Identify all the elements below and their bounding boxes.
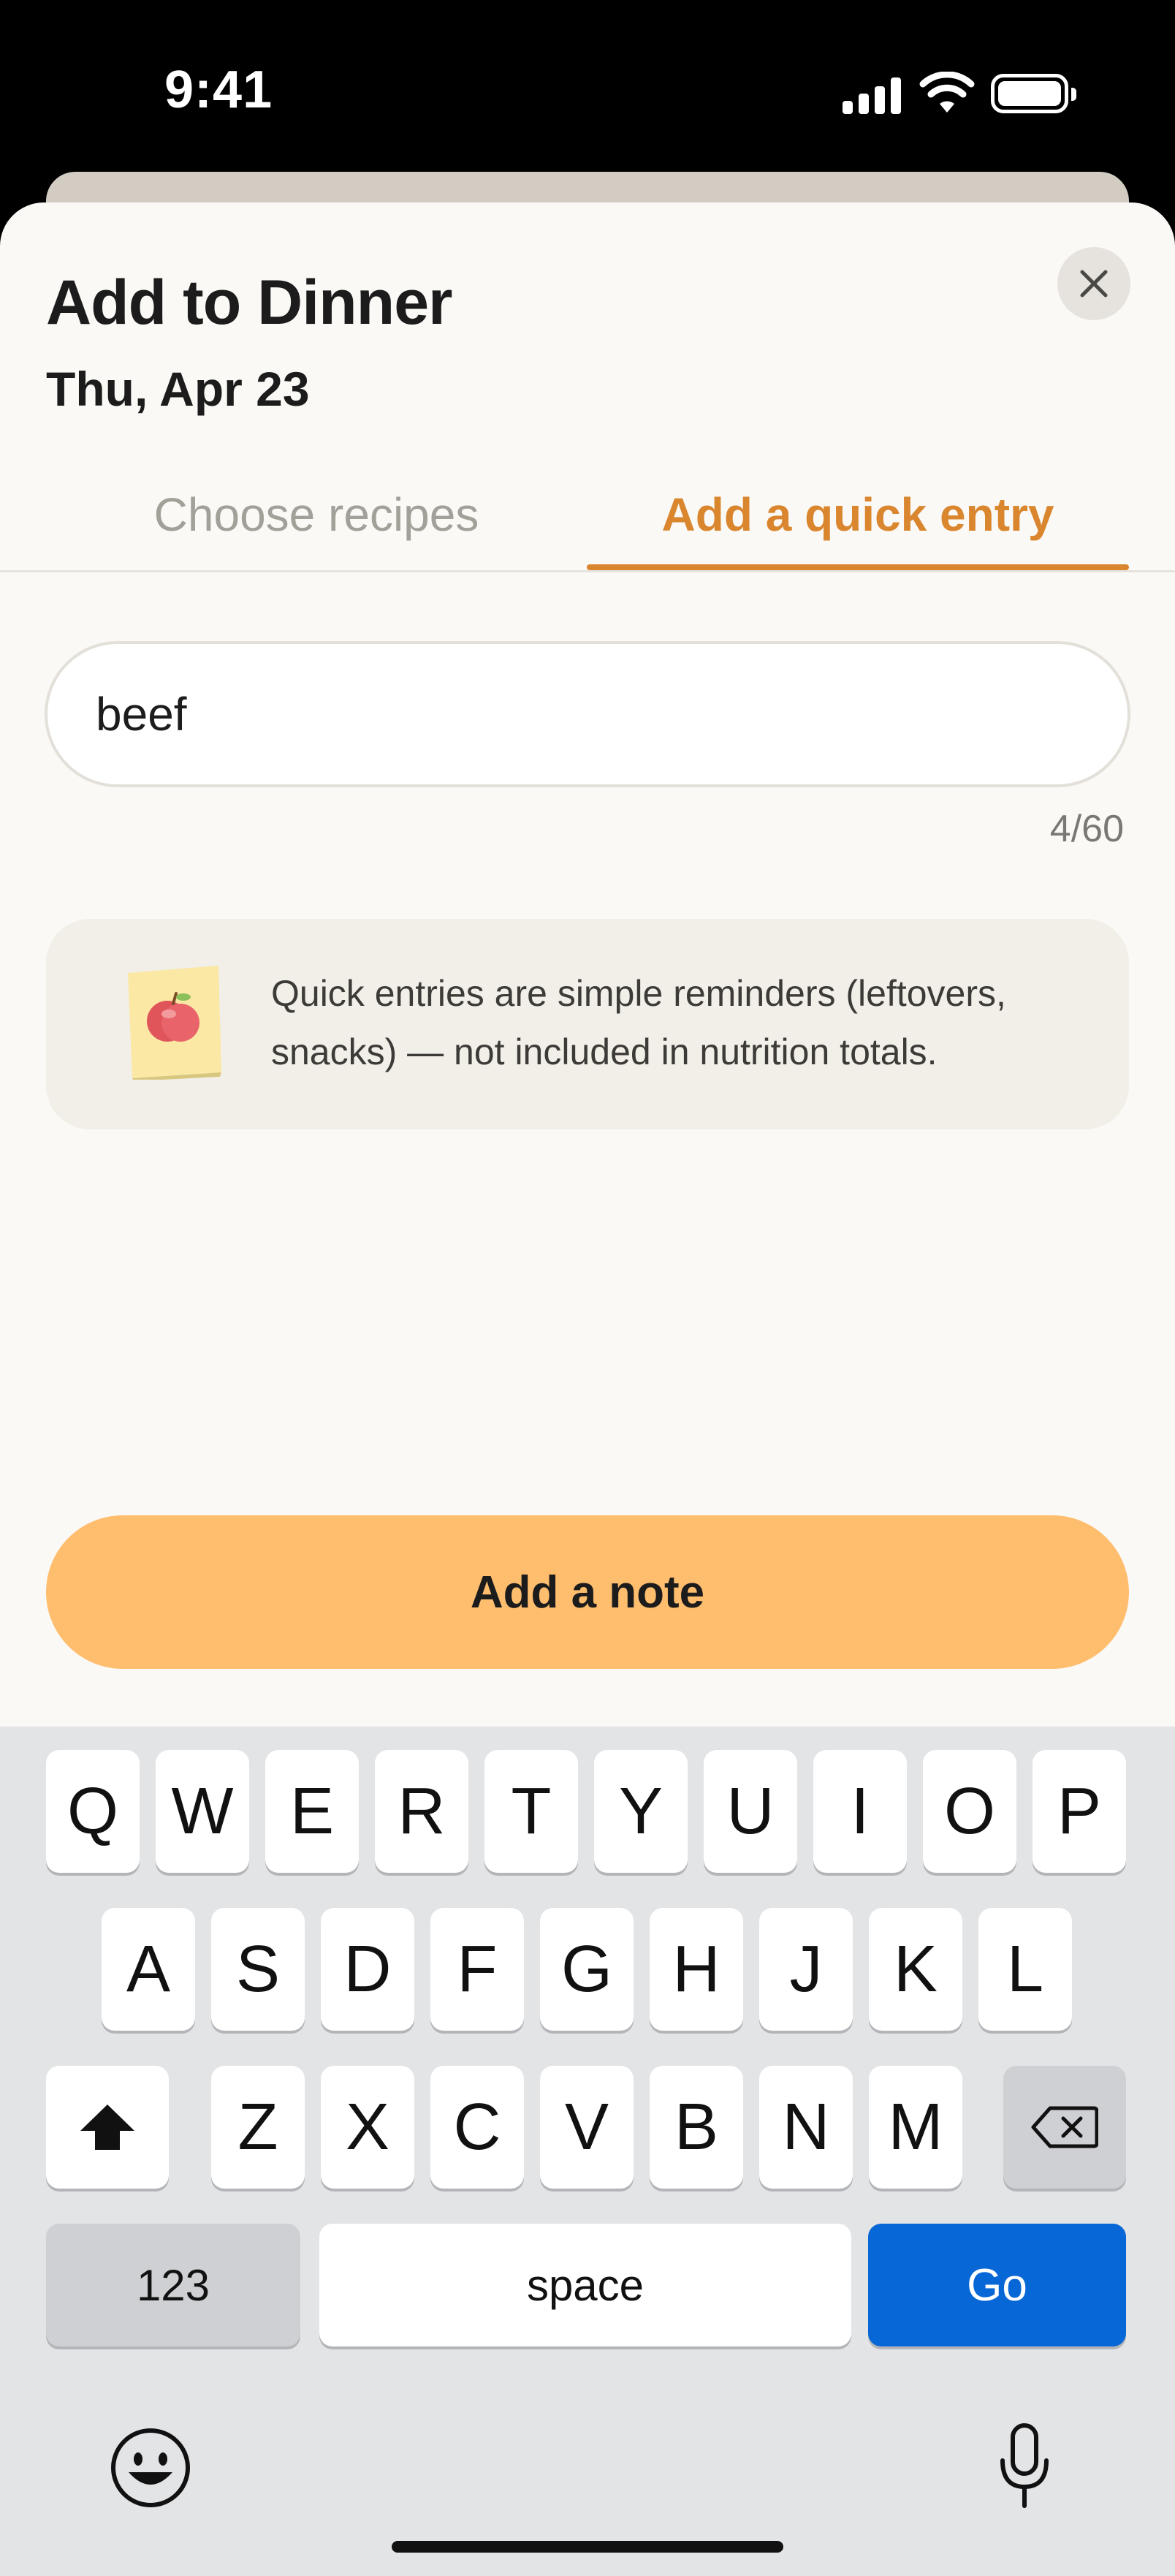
add-to-dinner-sheet: Add to Dinner Thu, Apr 23 Choose recipes…	[0, 202, 1175, 1727]
key-k[interactable]: K	[869, 1908, 962, 2031]
active-tab-indicator	[587, 564, 1129, 570]
key-x[interactable]: X	[321, 2066, 414, 2189]
key-f[interactable]: F	[430, 1908, 524, 2031]
key-r[interactable]: R	[375, 1750, 468, 1873]
sheet-date: Thu, Apr 23	[46, 362, 310, 416]
key-i[interactable]: I	[813, 1750, 907, 1873]
key-w[interactable]: W	[156, 1750, 249, 1873]
key-n[interactable]: N	[759, 2066, 853, 2189]
key-v[interactable]: V	[540, 2066, 634, 2189]
quick-entry-field[interactable]	[45, 641, 1130, 787]
key-a[interactable]: A	[102, 1908, 195, 2031]
key-o[interactable]: O	[923, 1750, 1016, 1873]
key-j[interactable]: J	[759, 1908, 853, 2031]
sticky-note-apple-icon	[128, 966, 221, 1080]
close-button[interactable]	[1057, 247, 1130, 320]
key-s[interactable]: S	[211, 1908, 305, 2031]
emoji-icon[interactable]	[110, 2427, 191, 2509]
key-q[interactable]: Q	[46, 1750, 140, 1873]
status-time: 9:41	[164, 61, 273, 119]
key-g[interactable]: G	[540, 1908, 634, 2031]
delete-key[interactable]	[1003, 2066, 1126, 2189]
microphone-icon[interactable]	[998, 2422, 1051, 2509]
numbers-key[interactable]: 123	[46, 2224, 300, 2346]
shift-key[interactable]	[46, 2066, 169, 2189]
key-t[interactable]: T	[484, 1750, 578, 1873]
key-e[interactable]: E	[265, 1750, 359, 1873]
sheet-title: Add to Dinner	[46, 268, 452, 338]
tab-label: Choose recipes	[153, 488, 479, 541]
go-key[interactable]: Go	[868, 2224, 1126, 2346]
key-m[interactable]: M	[869, 2066, 962, 2189]
key-c[interactable]: C	[430, 2066, 524, 2189]
key-u[interactable]: U	[704, 1750, 797, 1873]
tab-choose-recipes[interactable]: Choose recipes	[46, 488, 587, 568]
info-card: Quick entries are simple reminders (left…	[46, 919, 1129, 1129]
shift-icon	[80, 2105, 134, 2150]
space-key[interactable]: space	[319, 2224, 851, 2346]
tab-divider	[0, 570, 1175, 572]
status-bar: 9:41	[0, 0, 1175, 175]
key-p[interactable]: P	[1033, 1750, 1126, 1873]
key-d[interactable]: D	[321, 1908, 414, 2031]
key-z[interactable]: Z	[211, 2066, 305, 2189]
character-counter: 4/60	[1049, 808, 1124, 850]
keyboard: Q W E R T Y U I O P A S D F G H J K L Z …	[0, 1727, 1175, 2576]
add-note-button[interactable]: Add a note	[46, 1515, 1129, 1669]
key-h[interactable]: H	[650, 1908, 743, 2031]
info-text: Quick entries are simple reminders (left…	[271, 973, 1006, 1072]
battery-icon	[991, 74, 1076, 113]
tab-label: Add a quick entry	[661, 488, 1054, 541]
quick-entry-input[interactable]	[96, 644, 1082, 784]
wifi-icon	[919, 72, 975, 113]
key-y[interactable]: Y	[594, 1750, 688, 1873]
home-indicator	[392, 2541, 783, 2553]
close-icon	[1080, 270, 1108, 298]
backspace-icon	[1031, 2106, 1098, 2148]
cellular-signal-icon	[843, 77, 901, 114]
key-l[interactable]: L	[978, 1908, 1072, 2031]
key-b[interactable]: B	[650, 2066, 743, 2189]
tab-add-quick-entry[interactable]: Add a quick entry	[587, 488, 1129, 568]
